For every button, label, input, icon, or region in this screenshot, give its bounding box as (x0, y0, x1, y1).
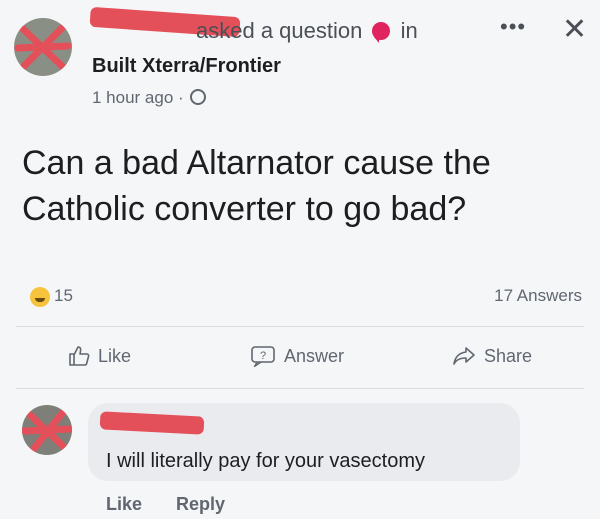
author-avatar[interactable] (14, 18, 72, 76)
comment-text: I will literally pay for your vasectomy (106, 450, 425, 472)
answer-button[interactable]: ? Answer (250, 345, 344, 367)
asked-question-line: asked a question in (196, 18, 418, 44)
question-post: asked a question in ••• ✕ Built Xterra/F… (0, 0, 600, 519)
thumbs-up-icon (69, 346, 90, 366)
redaction-scribble-icon (14, 22, 72, 72)
commenter-avatar[interactable] (22, 405, 72, 455)
close-icon[interactable]: ✕ (562, 12, 587, 47)
comment-like-button[interactable]: Like (106, 494, 142, 515)
question-text: Can a bad Altarnator cause the Catholic … (22, 144, 491, 228)
in-text: in (400, 18, 418, 43)
timestamp-text: 1 hour ago · (92, 88, 184, 107)
question-badge-icon (372, 22, 391, 43)
haha-reaction-icon[interactable] (30, 287, 50, 307)
answer-label: Answer (284, 345, 345, 366)
redaction-scribble-icon (22, 407, 72, 455)
svg-text:?: ? (260, 350, 266, 362)
share-button[interactable]: Share (452, 345, 532, 367)
share-arrow-icon (453, 347, 475, 365)
like-label: Like (98, 345, 132, 366)
group-name-link[interactable]: Built Xterra/Frontier (92, 55, 281, 78)
like-button[interactable]: Like (68, 345, 131, 367)
globe-icon (190, 89, 207, 105)
share-label: Share (484, 345, 533, 366)
more-options-icon[interactable]: ••• (500, 14, 526, 40)
comment-reply-button[interactable]: Reply (176, 494, 225, 515)
reaction-count[interactable]: 15 (54, 286, 73, 306)
post-timestamp: 1 hour ago · (92, 88, 207, 108)
answers-count-link[interactable]: 17 Answers (494, 286, 582, 306)
divider (16, 326, 584, 327)
answer-icon: ? (251, 346, 275, 367)
divider (16, 388, 584, 389)
asked-question-text: asked a question (196, 18, 363, 43)
